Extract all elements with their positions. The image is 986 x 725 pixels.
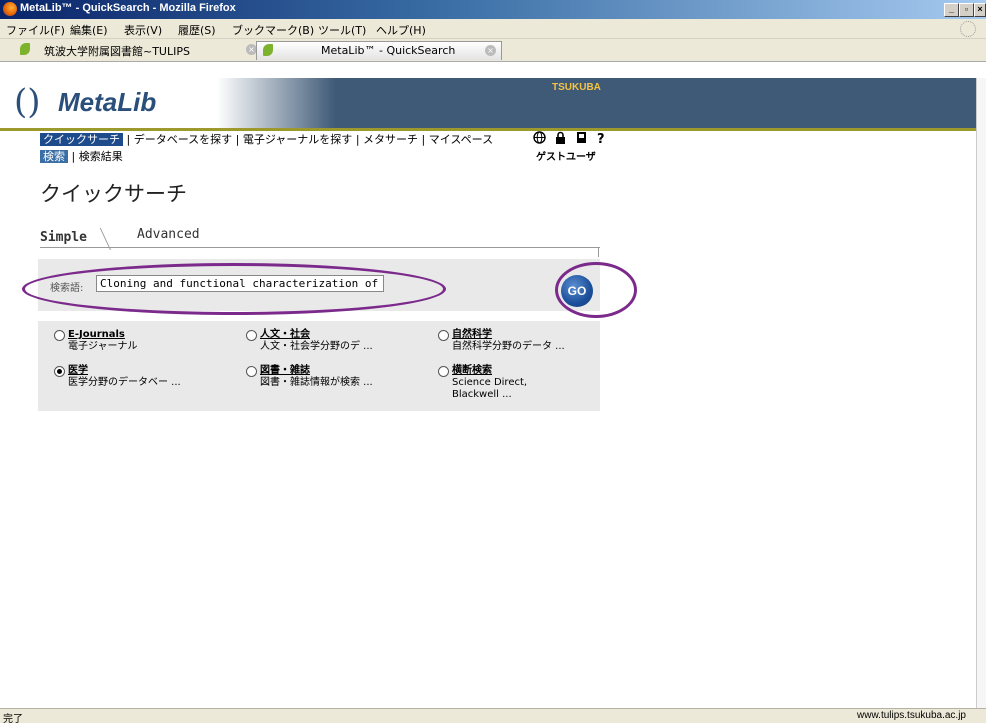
category-desc: 図書・雑誌情報が検索 ... <box>260 377 373 388</box>
radio-medicine[interactable] <box>54 366 65 377</box>
tab-advanced[interactable]: Advanced <box>137 227 200 242</box>
browser-tab-metalib[interactable]: MetaLib™ - QuickSearch × <box>256 41 502 60</box>
header-icons: ? <box>533 131 612 147</box>
browser-tab-tulips[interactable]: 筑波大学附属図書館~TULIPS × <box>14 41 257 59</box>
menu-bar: ファイル(F) 編集(E) 表示(V) 履歴(S) ブックマーク(B) ツール(… <box>0 19 986 39</box>
nav-quick-search[interactable]: クイックサーチ <box>40 133 123 146</box>
tab-underline <box>40 247 600 248</box>
category-desc: 人文・社会学分野のデ ... <box>260 341 373 352</box>
main-nav: クイックサーチ | データベースを探す | 電子ジャーナルを探す | メタサーチ… <box>40 131 493 147</box>
menu-file[interactable]: ファイル(F) <box>6 22 65 38</box>
logo-paren-icon: () <box>14 82 41 122</box>
metalib-header: () MetaLib TSUKUBA <box>0 78 986 128</box>
tab-label: MetaLib™ - QuickSearch <box>321 44 456 57</box>
metalib-logo[interactable]: MetaLib <box>58 87 156 118</box>
page-leaf-icon <box>263 44 273 56</box>
browser-tab-bar: 筑波大学附属図書館~TULIPS × MetaLib™ - QuickSearc… <box>0 39 986 62</box>
firefox-logo-icon <box>3 2 17 16</box>
menu-history[interactable]: 履歴(S) <box>178 22 216 38</box>
category-name[interactable]: 医学 <box>68 365 88 377</box>
vertical-scrollbar[interactable] <box>976 78 986 718</box>
tab-close-icon[interactable]: × <box>485 45 496 56</box>
menu-edit[interactable]: 編集(E) <box>70 22 108 38</box>
category-name[interactable]: 人文・社会 <box>260 329 310 341</box>
nav-find-ejournal[interactable]: 電子ジャーナルを探す <box>243 133 352 146</box>
radio-natural-science[interactable] <box>438 330 449 341</box>
lock-icon[interactable] <box>554 131 567 144</box>
guest-user-label: ゲストユーザ <box>536 152 596 163</box>
window-title-bar: MetaLib™ - QuickSearch - Mozilla Firefox… <box>0 0 986 19</box>
subnav-results[interactable]: 検索結果 <box>79 150 123 163</box>
radio-cross-search[interactable] <box>438 366 449 377</box>
maximize-button[interactable]: ▫ <box>959 3 974 17</box>
category-panel: E-Journals 電子ジャーナル 人文・社会 人文・社会学分野のデ ... … <box>38 321 600 411</box>
institution-name: TSUKUBA <box>552 82 601 93</box>
page-leaf-icon <box>20 43 30 55</box>
category-desc: 自然科学分野のデータ ... <box>452 341 565 352</box>
category-name[interactable]: 図書・雑誌 <box>260 365 310 377</box>
tab-label: 筑波大学附属図書館~TULIPS <box>44 45 190 58</box>
help-icon[interactable]: ? <box>595 131 608 147</box>
radio-books[interactable] <box>246 366 257 377</box>
menu-bookmarks[interactable]: ブックマーク(B) <box>232 22 314 38</box>
nav-find-database[interactable]: データベースを探す <box>134 133 232 146</box>
radio-humanities[interactable] <box>246 330 257 341</box>
globe-icon[interactable] <box>533 131 546 144</box>
category-name[interactable]: 自然科学 <box>452 329 492 341</box>
subnav-search[interactable]: 検索 <box>40 150 68 163</box>
throbber-icon <box>960 21 976 37</box>
category-desc: Blackwell ... <box>452 389 512 400</box>
status-url: www.tulips.tsukuba.ac.jp <box>857 710 966 721</box>
menu-help[interactable]: ヘルプ(H) <box>376 22 426 38</box>
svg-text:?: ? <box>597 132 605 144</box>
category-desc: 電子ジャーナル <box>68 341 138 352</box>
window-title: MetaLib™ - QuickSearch - Mozilla Firefox <box>20 2 236 14</box>
bookmark-icon[interactable] <box>575 131 588 144</box>
category-name[interactable]: 横断検索 <box>452 365 492 377</box>
highlight-ellipse-input <box>22 263 446 315</box>
nav-metasearch[interactable]: メタサーチ <box>363 133 418 146</box>
status-text: 完了 <box>3 714 23 725</box>
status-bar: 完了 www.tulips.tsukuba.ac.jp <box>0 708 986 725</box>
menu-tools[interactable]: ツール(T) <box>318 22 366 38</box>
radio-ejournals[interactable] <box>54 330 65 341</box>
highlight-ellipse-go <box>555 262 637 318</box>
page-title: クイックサーチ <box>40 182 187 206</box>
sub-nav: 検索 | 検索結果 <box>40 148 123 164</box>
tab-simple[interactable]: Simple <box>40 230 87 245</box>
nav-my-space[interactable]: マイスペース <box>429 133 493 146</box>
minimize-button[interactable]: _ <box>944 3 959 17</box>
category-desc: Science Direct, <box>452 377 528 388</box>
category-name[interactable]: E-Journals <box>68 329 125 341</box>
close-window-button[interactable]: × <box>974 3 986 17</box>
menu-view[interactable]: 表示(V) <box>124 22 162 38</box>
tab-corner <box>598 247 599 257</box>
category-desc: 医学分野のデータベー ... <box>68 377 181 388</box>
